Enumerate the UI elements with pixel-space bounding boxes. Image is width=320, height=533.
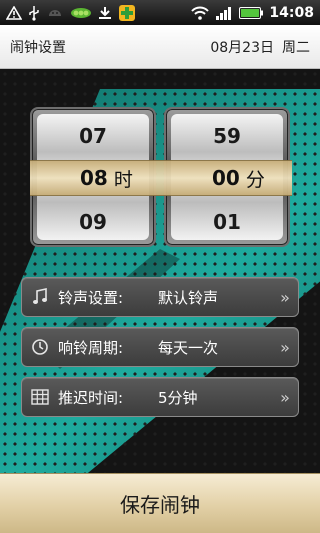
snooze-value: 5分钟 (158, 388, 198, 407)
warning-icon (6, 5, 22, 20)
weekday-text: 周二 (282, 39, 310, 56)
repeat-value: 每天一次 (158, 338, 219, 357)
selected-minute-value: 00 (212, 166, 240, 190)
minute-unit-label: 分 (245, 168, 265, 191)
calendar-grid-icon (22, 389, 58, 405)
status-time: 14:08 (269, 4, 314, 21)
android-icon (46, 6, 64, 20)
title-bar: 闹钟设置 08月23日 周二 (0, 25, 320, 69)
chevron-right-icon: » (280, 387, 290, 407)
ringtone-setting[interactable]: 铃声设置: 默认铃声 » (21, 277, 299, 317)
status-icons-right: 14:08 (191, 5, 314, 21)
download-icon (98, 6, 112, 20)
status-icons-left (6, 4, 136, 22)
snooze-label: 推迟时间: (58, 388, 124, 407)
repeat-setting[interactable]: 响铃周期: 每天一次 » (21, 327, 299, 367)
pea-icon (70, 6, 92, 20)
save-alarm-button[interactable]: 保存闹钟 (0, 473, 320, 533)
selected-hour-value: 08 (80, 166, 108, 190)
ringtone-label: 铃声设置: (58, 288, 124, 307)
usb-icon (28, 5, 40, 21)
minute-next[interactable]: 01 (166, 200, 288, 244)
date-display: 08月23日 周二 (210, 37, 310, 57)
repeat-label: 响铃周期: (58, 338, 124, 357)
ringtone-value: 默认铃声 (158, 288, 219, 307)
status-bar: 14:08 (0, 0, 320, 25)
app-icon (118, 4, 136, 22)
clock-icon (22, 338, 58, 356)
battery-icon (239, 6, 264, 19)
wifi-icon (191, 6, 210, 20)
snooze-setting[interactable]: 推迟时间: 5分钟 » (21, 377, 299, 417)
date-text: 08月23日 (210, 39, 274, 56)
music-note-icon (22, 288, 58, 306)
main-area: 07 09 59 01 08 时 00 分 铃声设置: 默认铃声 » 响铃周期: (0, 69, 320, 473)
hour-prev[interactable]: 07 (32, 114, 154, 158)
hour-next[interactable]: 09 (32, 200, 154, 244)
time-picker[interactable]: 07 09 59 01 08 时 00 分 (30, 107, 292, 247)
selected-hour[interactable]: 08 时 (80, 160, 133, 196)
page-title: 闹钟设置 (10, 39, 66, 56)
hour-unit-label: 时 (113, 168, 133, 191)
selected-minute[interactable]: 00 分 (212, 160, 265, 196)
minute-prev[interactable]: 59 (166, 114, 288, 158)
signal-icon (215, 6, 233, 20)
chevron-right-icon: » (280, 337, 290, 357)
chevron-right-icon: » (280, 287, 290, 307)
